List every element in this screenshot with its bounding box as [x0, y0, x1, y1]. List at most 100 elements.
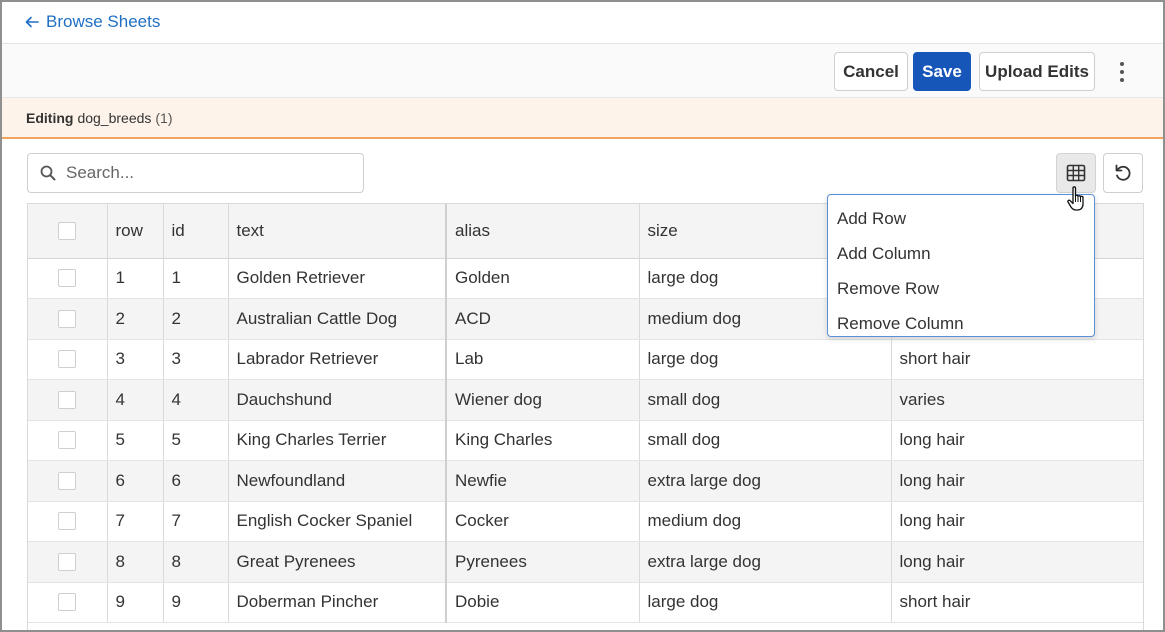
table-row[interactable]: 8 8 Great Pyrenees Pyrenees extra large dog l…	[28, 541, 1143, 583]
browse-sheets-label: Browse Sheets	[46, 12, 161, 31]
table-row[interactable]: 4 4 Dauchshund Wiener dog small dog varies	[28, 379, 1143, 421]
table-cell-alias[interactable]: Golden	[446, 258, 640, 299]
table-cell-text[interactable]: King Charles Terrier	[228, 420, 447, 461]
row-select-cell	[28, 298, 108, 340]
table-row[interactable]: 7 7 English Cocker Spaniel Cocker medium dog…	[28, 501, 1143, 542]
table-row[interactable]: 6 6 Newfoundland Newfie extra large dog long …	[28, 460, 1143, 502]
column-header[interactable]: text	[228, 204, 447, 259]
table-cell-text[interactable]: English Cocker Spaniel	[228, 501, 447, 542]
table-cell-size[interactable]: large dog	[639, 582, 892, 623]
table-cell-alias[interactable]: Dobie	[446, 582, 640, 623]
menu-item-add-row[interactable]: Add Row	[828, 201, 1094, 236]
row-checkbox[interactable]	[58, 552, 76, 571]
search-box[interactable]	[27, 153, 364, 193]
column-header[interactable]: alias	[446, 204, 640, 259]
table-cell-alias[interactable]: Cocker	[446, 501, 640, 542]
table-cell-size[interactable]: large dog	[639, 339, 892, 380]
table-cell-id[interactable]: 4	[163, 379, 229, 421]
undo-icon	[1115, 164, 1131, 181]
table-cell-id[interactable]: 9	[163, 582, 229, 623]
table-cell-text[interactable]: Newfoundland	[228, 460, 447, 502]
row-select-cell	[28, 501, 108, 542]
table-cell-id[interactable]: 7	[163, 501, 229, 542]
search-icon	[40, 165, 56, 181]
save-button[interactable]: Save	[913, 52, 971, 91]
table-cell-alias[interactable]: ACD	[446, 298, 640, 340]
table-cell-alias[interactable]: King Charles	[446, 420, 640, 461]
editing-label: Editing	[26, 109, 74, 126]
table-cell-row[interactable]: 5	[107, 420, 164, 461]
undo-button[interactable]	[1103, 153, 1143, 193]
menu-item-add-column[interactable]: Add Column	[828, 236, 1094, 271]
select-all-checkbox[interactable]	[58, 221, 76, 240]
table-cell-coat[interactable]: varies	[891, 379, 1143, 421]
table-cell-size[interactable]: extra large dog	[639, 460, 892, 502]
column-header[interactable]: id	[163, 204, 229, 259]
table-cell-coat[interactable]: long hair	[891, 541, 1143, 583]
app-frame: Browse Sheets Cancel Save Upload Edits E…	[0, 0, 1165, 632]
row-checkbox[interactable]	[58, 309, 76, 328]
table-cell-alias[interactable]: Pyrenees	[446, 541, 640, 583]
table-cell-row[interactable]: 9	[107, 582, 164, 623]
table-cell-text[interactable]: Golden Retriever	[228, 258, 447, 299]
table-row[interactable]: 5 5 King Charles Terrier King Charles small …	[28, 420, 1143, 461]
table-cell-coat[interactable]: short hair	[891, 339, 1143, 380]
editing-banner: Editing dog_breeds (1)	[2, 98, 1163, 139]
menu-item-remove-column[interactable]: Remove Column	[828, 306, 1094, 341]
table-cell-size[interactable]: extra large dog	[639, 541, 892, 583]
table-cell-row[interactable]: 7	[107, 501, 164, 542]
row-select-cell	[28, 379, 108, 421]
table-cell-coat[interactable]: long hair	[891, 501, 1143, 542]
table-cell-id[interactable]: 5	[163, 420, 229, 461]
table-cell-alias[interactable]: Wiener dog	[446, 379, 640, 421]
more-options-icon[interactable]	[1110, 59, 1134, 85]
table-cell-id[interactable]: 3	[163, 339, 229, 380]
search-input[interactable]	[66, 163, 346, 183]
sheet-name: dog_breeds	[77, 109, 152, 126]
table-cell-text[interactable]: Labrador Retriever	[228, 339, 447, 380]
table-cell-row[interactable]: 3	[107, 339, 164, 380]
table-cell-row[interactable]: 4	[107, 379, 164, 421]
table-cell-alias[interactable]: Newfie	[446, 460, 640, 502]
table-cell-text[interactable]: Great Pyrenees	[228, 541, 447, 583]
table-cell-size[interactable]: small dog	[639, 379, 892, 421]
table-options-button[interactable]	[1056, 153, 1096, 193]
column-header[interactable]: row	[107, 204, 164, 259]
row-checkbox[interactable]	[58, 431, 76, 450]
browse-sheets-link[interactable]: Browse Sheets	[24, 12, 160, 32]
table-cell-text[interactable]: Dauchshund	[228, 379, 447, 421]
table-cell-text[interactable]: Doberman Pincher	[228, 582, 447, 623]
table-cell-coat[interactable]: long hair	[891, 460, 1143, 502]
table-cell-id[interactable]: 1	[163, 258, 229, 299]
table-cell-text[interactable]: Australian Cattle Dog	[228, 298, 447, 340]
row-checkbox[interactable]	[58, 512, 76, 531]
row-select-cell	[28, 258, 108, 299]
cancel-button[interactable]: Cancel	[834, 52, 908, 91]
table-cell-size[interactable]: small dog	[639, 420, 892, 461]
table-cell-row[interactable]: 6	[107, 460, 164, 502]
top-bar: Browse Sheets	[2, 2, 1163, 44]
row-checkbox[interactable]	[58, 593, 76, 612]
row-checkbox[interactable]	[58, 269, 76, 288]
table-row[interactable]: 3 3 Labrador Retriever Lab large dog short ha…	[28, 339, 1143, 380]
row-checkbox[interactable]	[58, 390, 76, 409]
table-cell-row[interactable]: 8	[107, 541, 164, 583]
row-checkbox[interactable]	[58, 471, 76, 490]
row-select-cell	[28, 582, 108, 623]
table-cell-coat[interactable]: long hair	[891, 420, 1143, 461]
row-checkbox[interactable]	[58, 350, 76, 369]
upload-edits-button[interactable]: Upload Edits	[979, 52, 1095, 91]
menu-item-remove-row[interactable]: Remove Row	[828, 271, 1094, 306]
table-row[interactable]: 9 9 Doberman Pincher Dobie large dog short ha…	[28, 582, 1143, 623]
table-cell-size[interactable]: medium dog	[639, 501, 892, 542]
table-cell-id[interactable]: 8	[163, 541, 229, 583]
table-cell-id[interactable]: 6	[163, 460, 229, 502]
table-cell-id[interactable]: 2	[163, 298, 229, 340]
table-grid-icon	[1066, 164, 1086, 182]
row-select-cell	[28, 339, 108, 380]
row-select-cell	[28, 541, 108, 583]
table-cell-coat[interactable]: short hair	[891, 582, 1143, 623]
table-cell-alias[interactable]: Lab	[446, 339, 640, 380]
table-cell-row[interactable]: 2	[107, 298, 164, 340]
table-cell-row[interactable]: 1	[107, 258, 164, 299]
